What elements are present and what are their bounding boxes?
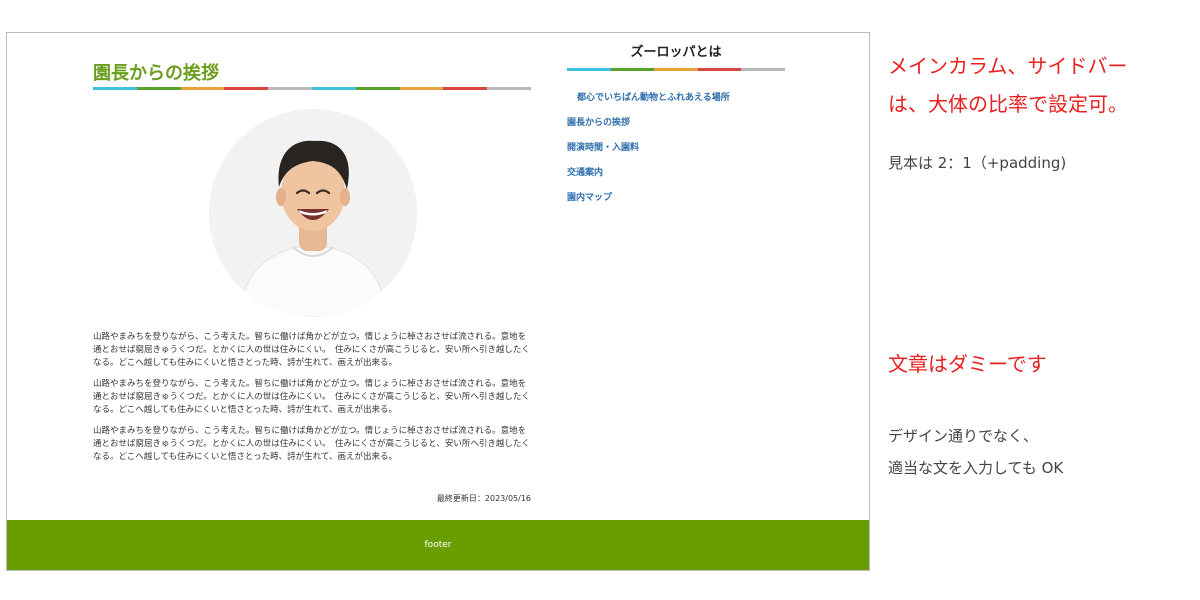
smiling-man-photo-icon	[209, 109, 417, 317]
last-updated-date: 最終更新日：2023/05/16	[436, 494, 531, 503]
stripe-segment	[487, 87, 531, 90]
layout-note: メインカラム、サイドバー は、大体の比率で設定可。	[888, 47, 1128, 123]
footer-label: footer	[424, 540, 452, 550]
sidebar-color-stripe	[567, 68, 785, 71]
stripe-segment	[443, 87, 488, 90]
stripe-segment	[180, 87, 225, 90]
sidebar-item-greeting: 園長からの挨拶	[567, 110, 785, 135]
stripe-segment	[136, 87, 181, 90]
greeting-text: 山路やまみちを登りながら、こう考えた。智ちに働けば角かどが立つ。情じょうに棹さお…	[93, 331, 531, 472]
stripe-segment	[741, 68, 785, 71]
sidebar-item-map: 園内マップ	[567, 185, 785, 210]
sidebar-link[interactable]: 開演時間・入園料	[567, 143, 639, 153]
sidebar-link[interactable]: 都心でいちばん動物とふれあえる場所	[567, 93, 730, 103]
paragraph: 山路やまみちを登りながら、こう考えた。智ちに働けば角かどが立つ。情じょうに棹さお…	[93, 332, 530, 368]
paragraph: 山路やまみちを登りながら、こう考えた。智ちに働けば角かどが立つ。情じょうに棹さお…	[93, 426, 530, 462]
stripe-segment	[224, 87, 269, 90]
layout-note-line2: は、大体の比率で設定可。	[888, 92, 1128, 116]
stripe-segment	[93, 87, 137, 90]
stripe-segment	[567, 68, 611, 71]
sidebar-link[interactable]: 園長からの挨拶	[567, 118, 630, 128]
sidebar-nav: 都心でいちばん動物とふれあえる場所 園長からの挨拶 開演時間・入園料 交通案内 …	[567, 85, 785, 210]
paragraph: 山路やまみちを登りながら、こう考えた。智ちに働けば角かどが立つ。情じょうに棹さお…	[93, 379, 530, 415]
stripe-segment	[610, 68, 655, 71]
stripe-segment	[268, 87, 312, 90]
footer: footer	[7, 520, 869, 570]
sidebar-item-access: 交通案内	[567, 160, 785, 185]
stripe-segment	[311, 87, 356, 90]
free-text-note-line1: デザイン通りでなく、	[888, 427, 1039, 445]
page-title: 園長からの挨拶	[93, 63, 219, 84]
layout-note-line1: メインカラム、サイドバー	[888, 54, 1128, 78]
ratio-note: 見本は 2：1（+padding)	[888, 154, 1067, 172]
page-mockup: 園長からの挨拶 山路やまみちを登りながら、こう考えた。智ちに働けば角かどが立つ。…	[6, 32, 870, 571]
dummy-text-note: 文章はダミーです	[888, 352, 1047, 376]
sidebar-item-hours-fees: 開演時間・入園料	[567, 135, 785, 160]
free-text-note-line2: 適当な文を入力しても OK	[888, 459, 1064, 477]
title-color-stripe	[93, 87, 531, 90]
free-text-note: デザイン通りでなく、 適当な文を入力しても OK	[888, 420, 1063, 484]
sidebar-link[interactable]: 交通案内	[567, 168, 603, 178]
stripe-segment	[697, 68, 742, 71]
sidebar-link[interactable]: 園内マップ	[567, 193, 612, 203]
stripe-segment	[654, 68, 698, 71]
sidebar-item-about-place: 都心でいちばん動物とふれあえる場所	[567, 85, 785, 110]
stripe-segment	[355, 87, 400, 90]
director-portrait	[209, 109, 417, 317]
stripe-segment	[399, 87, 444, 90]
sidebar-title: ズーロッパとは	[630, 45, 722, 60]
